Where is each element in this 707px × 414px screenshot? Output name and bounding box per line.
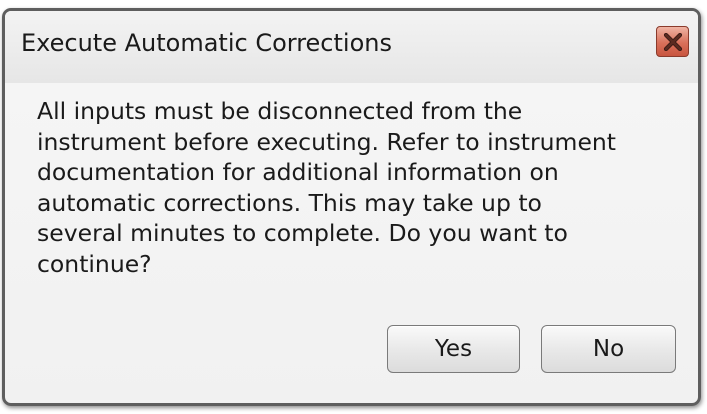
message-line: automatic corrections. This may take up …: [37, 188, 542, 217]
confirmation-dialog: Execute Automatic Corrections All inputs…: [2, 8, 701, 406]
dialog-titlebar[interactable]: Execute Automatic Corrections: [5, 11, 698, 83]
message-line: documentation for additional information…: [37, 158, 559, 186]
message-line: several minutes to complete. Do you want…: [37, 219, 568, 247]
message-line: continue?: [37, 249, 152, 278]
message-line: All inputs must be disconnected from the: [37, 97, 523, 125]
dialog-message: All inputs must be disconnected from the…: [37, 96, 687, 279]
message-line: instrument before executing. Refer to in…: [37, 127, 617, 156]
close-button[interactable]: [656, 26, 689, 57]
dialog-title: Execute Automatic Corrections: [21, 29, 392, 57]
yes-button[interactable]: Yes: [387, 325, 520, 373]
close-icon: [663, 32, 683, 51]
no-button[interactable]: No: [541, 325, 676, 373]
